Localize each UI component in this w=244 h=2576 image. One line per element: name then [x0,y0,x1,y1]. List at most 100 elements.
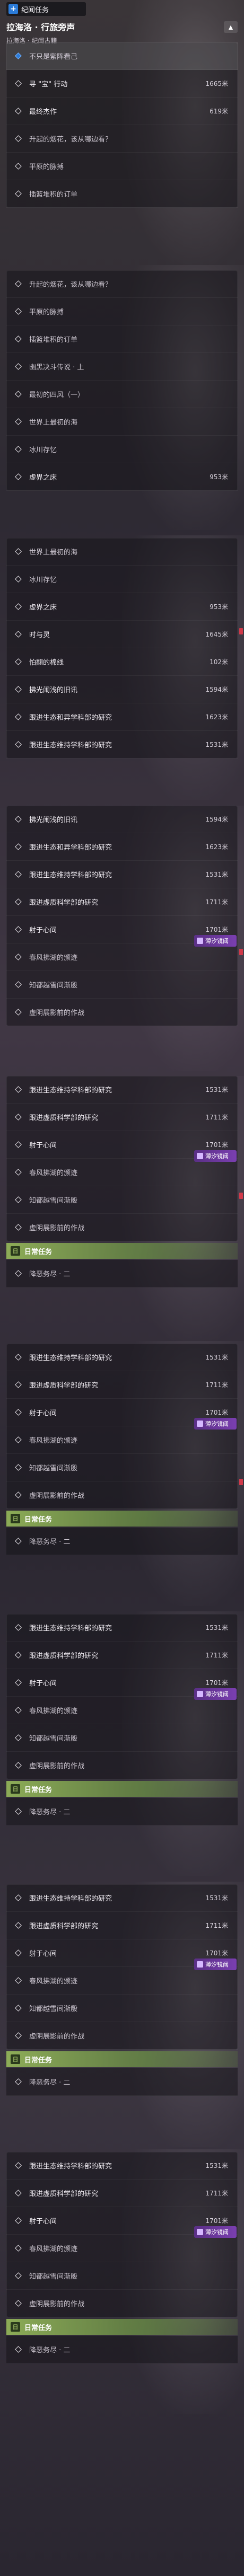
quest-label: 寻 "宝" 行动 [29,81,68,89]
quest-label: 跟进生态维持学科部的研究 [29,871,112,879]
quest-list-item[interactable]: 知都越雪间渐殷 [6,1186,238,1214]
quest-label: 平原的脉搏 [29,163,64,171]
quest-list-item[interactable]: 跟进虚质科学部的研究 1711米 [6,1104,238,1131]
daily-task-item[interactable]: 降恶务尽 · 二 [6,1798,238,1825]
quest-marker-icon [15,816,22,823]
quest-distance: 1711米 [205,2190,228,2197]
quest-marker-icon [15,418,22,425]
quest-distance: 1711米 [205,1381,228,1389]
quest-label: 知都越雪间渐殷 [29,1465,78,1472]
quest-list-item[interactable]: 虚阴展影前的作战 [6,999,238,1026]
daily-task-header[interactable]: 日日常任务 [6,1781,238,1797]
quest-label: 世界上最初的海 [29,419,78,427]
quest-list-item[interactable]: 幽黑决斗传说 · 上 [6,353,238,381]
quest-list-item[interactable]: 冰川存忆 [6,436,238,463]
quest-list-item[interactable]: 跟进虚质科学部的研究 1711米 [6,1642,238,1669]
daily-task-header[interactable]: 日日常任务 [6,1243,238,1259]
quest-list-item[interactable]: 春风拂湖的颁迹 [6,943,238,971]
quest-list-item[interactable]: 春风拂湖的颁迹 [6,1426,238,1454]
quest-label: 冰川存忆 [29,446,57,454]
quest-label: 春风拂湖的颁迹 [29,1437,78,1445]
quest-distance: 1531米 [205,1086,228,1093]
quest-list-item[interactable]: 最终杰作 619米 [6,98,238,125]
daily-task-label: 降恶务尽 · 二 [29,1809,71,1816]
daily-task-label: 降恶务尽 · 二 [29,2346,71,2354]
quest-label: 射于心间 [29,927,57,934]
daily-task-item[interactable]: 降恶务尽 · 二 [6,1260,238,1287]
quest-list-item[interactable]: 虚界之床 953米 [6,463,238,491]
quest-list-item[interactable]: 冰川存忆 [6,566,238,593]
quest-list-item[interactable]: 跟进虚质科学部的研究 1711米 [6,1371,238,1399]
quest-list-item[interactable]: 不只是紫阵看己 [6,42,238,70]
quest-list-item[interactable]: 春风拂湖的颁迹 [6,1697,238,1724]
quest-list-item[interactable]: 拂光闹浅的旧讯 1594米 [6,676,238,703]
quest-marker-icon [15,1922,22,1929]
daily-task-header[interactable]: 日日常任务 [6,2319,238,2335]
quest-list-item[interactable]: 知都越雪间渐殷 [6,971,238,999]
region-chip-label: 薄汐镜阈 [205,1961,229,1968]
quest-list-item[interactable]: 时与灵 1645米 [6,621,238,648]
quest-list-item[interactable]: 春风拂湖的颁迹 [6,2235,238,2262]
quest-list-item[interactable]: 知都越雪间渐殷 [6,1454,238,1481]
quest-list-item[interactable]: 跟进虚质科学部的研究 1711米 [6,888,238,916]
quest-marker-icon [15,1224,22,1231]
quest-list-item[interactable]: 跟进生态维持学科部的研究 1531米 [6,1076,238,1104]
quest-list-item[interactable]: 跟进生态和异学科部的研究 1623米 [6,833,238,861]
quest-list-item[interactable]: 拂光闹浅的旧讯 1594米 [6,806,238,833]
quest-list-item[interactable]: 虚阴展影前的作战 [6,1752,238,1779]
quest-label: 冰川存忆 [29,576,57,584]
quest-list-item[interactable]: 春风拂湖的颁迹 [6,1159,238,1186]
daily-task-item[interactable]: 降恶务尽 · 二 [6,2336,238,2363]
quest-list-item[interactable]: 跟进生态维持学科部的研究 1531米 [6,1344,238,1371]
quest-list-item[interactable]: 升起的烟花，该从哪边看？ [6,125,238,153]
quest-marker-icon [15,686,22,693]
quest-list-item[interactable]: 升起的烟花，该从哪边看？ [6,270,238,298]
quest-list-item[interactable]: 知都越雪间渐殷 [6,1995,238,2022]
quest-list-item[interactable]: 插篮堆积的订单 [6,180,238,208]
daily-task-header[interactable]: 日日常任务 [6,2051,238,2067]
quest-marker-icon [15,308,22,315]
quest-list-item[interactable]: 跟进生态维持学科部的研究 1531米 [6,1884,238,1912]
quest-list-item[interactable]: 虚阴展影前的作战 [6,1481,238,1509]
region-icon [197,2229,203,2235]
quest-list-item[interactable]: 插篮堆积的订单 [6,325,238,353]
quest-marker-icon [15,1464,22,1471]
quest-list-item[interactable]: 最初的四风（一） [6,381,238,408]
daily-task-header[interactable]: 日日常任务 [6,1511,238,1527]
quest-list-item[interactable]: 世界上最初的海 [6,538,238,566]
daily-task-item[interactable]: 降恶务尽 · 二 [6,1528,238,1555]
quest-category-title: 纪闻任务 [21,6,49,14]
quest-label: 虚阴展影前的作战 [29,1762,85,1770]
quest-list-item[interactable]: 怕翻的棉线 102米 [6,648,238,676]
quest-list-item[interactable]: 寻 "宝" 行动 1665米 [6,70,238,98]
quest-label: 跟进虚质科学部的研究 [29,1652,99,1660]
quest-list-item[interactable]: 跟进虚质科学部的研究 1711米 [6,1912,238,1939]
quest-list-item[interactable]: 知都越雪间渐殷 [6,1724,238,1752]
collapse-button[interactable]: ▲ [224,21,238,33]
quest-label: 虚界之床 [29,604,57,612]
quest-list-item[interactable]: 平原的脉搏 [6,298,238,325]
quest-list-item[interactable]: 跟进生态维持学科部的研究 1531米 [6,861,238,888]
daily-task-title: 日常任务 [24,2324,53,2332]
quest-list-item[interactable]: 春风拂湖的颁迹 [6,1967,238,1995]
quest-list-item[interactable]: 跟进生态维持学科部的研究 1531米 [6,2152,238,2180]
quest-category-tab[interactable]: + 纪闻任务 [6,2,86,16]
quest-list-item[interactable]: 虚阴展影前的作战 [6,1214,238,1241]
quest-label: 射于心间 [29,1680,57,1688]
quest-list-item[interactable]: 虚阴展影前的作战 [6,2022,238,2050]
quest-list-item[interactable]: 跟进生态维持学科部的研究 1531米 [6,731,238,758]
quest-list-item[interactable]: 跟进生态维持学科部的研究 1531米 [6,1614,238,1642]
quest-list-item[interactable]: 平原的脉搏 [6,153,238,180]
daily-task-item[interactable]: 降恶务尽 · 二 [6,2068,238,2096]
quest-list-item[interactable]: 知都越雪间渐殷 [6,2262,238,2290]
quest-label: 春风拂湖的颁迹 [29,2245,78,2253]
quest-list-item[interactable]: 跟进生态和异学科部的研究 1623米 [6,703,238,731]
quest-list-item[interactable]: 虚阴展影前的作战 [6,2290,238,2317]
quest-marker-icon [15,1624,22,1631]
quest-list-item[interactable]: 世界上最初的海 [6,408,238,436]
region-icon [197,1961,203,1968]
quest-list-item[interactable]: 跟进虚质科学部的研究 1711米 [6,2180,238,2207]
quest-list-item[interactable]: 虚界之床 953米 [6,593,238,621]
calendar-icon: 日 [11,1246,20,1256]
quest-marker-icon [15,1114,22,1121]
